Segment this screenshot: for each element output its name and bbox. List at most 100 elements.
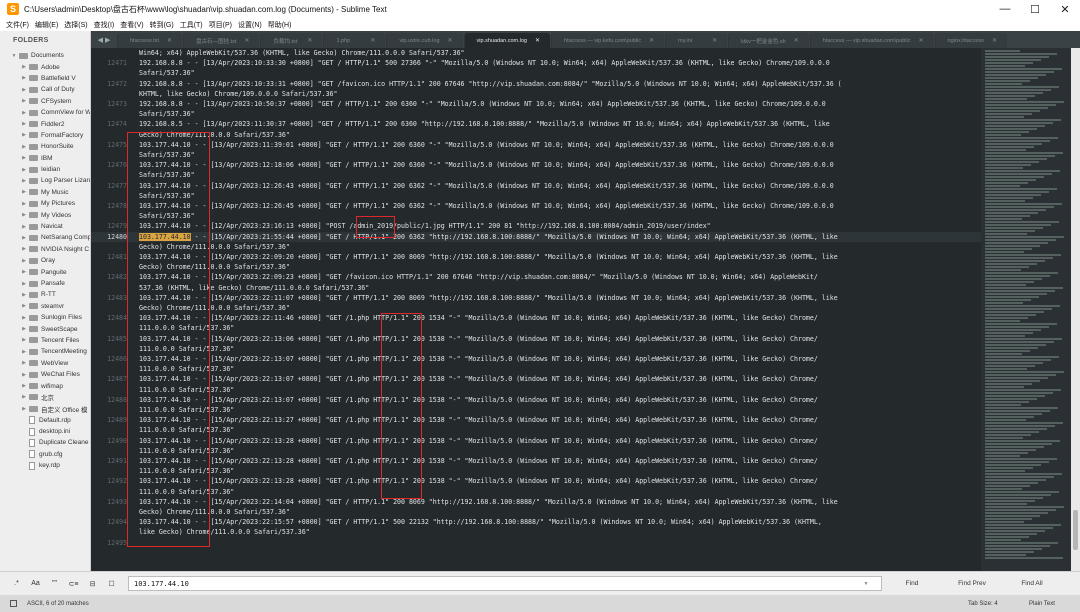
- sidebar-folder-item[interactable]: ▶ CFSystem: [0, 96, 90, 107]
- sidebar-folder-item[interactable]: ▶ Oray: [0, 255, 90, 266]
- code-line[interactable]: Gecko) Chrome/111.0.0.0 Safari/537.36": [139, 262, 979, 272]
- code-line[interactable]: Gecko) Chrome/111.0.0.0 Safari/537.36": [139, 507, 979, 517]
- menu-selection[interactable]: 选择(S): [64, 20, 87, 30]
- editor[interactable]: Win64; x64) AppleWebKit/537.36 (KHTML, l…: [91, 48, 981, 571]
- tab-close-icon[interactable]: ✕: [167, 37, 172, 44]
- menu-goto[interactable]: 转到(G): [150, 20, 174, 30]
- sidebar-folder-item[interactable]: ▶ IBM: [0, 153, 90, 164]
- sidebar-folder-item[interactable]: ▶ wifimap: [0, 380, 90, 391]
- tab-close-icon[interactable]: ✕: [448, 37, 453, 44]
- editor-tab[interactable]: 盘古石—图挂.txt ✕: [183, 33, 260, 48]
- code-line[interactable]: 103.177.44.10 - - [15/Apr/2023:22:13:28 …: [139, 456, 979, 466]
- sidebar-folder-item[interactable]: ▶ Log Parser Lizard: [0, 175, 90, 186]
- sidebar-folder-item[interactable]: ▶ Battlefield V: [0, 73, 90, 84]
- sidebar-file-item[interactable]: key.rdp: [0, 460, 90, 471]
- code-line[interactable]: 111.0.0.0 Safari/537.36": [139, 405, 979, 415]
- code-line[interactable]: 103.177.44.10 - - [15/Apr/2023:22:13:28 …: [139, 436, 979, 446]
- code-line[interactable]: 103.177.44.10 - - [15/Apr/2023:22:13:07 …: [139, 374, 979, 384]
- highlight-matches-toggle-icon[interactable]: ☐: [103, 577, 120, 591]
- code-line[interactable]: Gecko) Chrome/111.0.0.0 Safari/537.36": [139, 242, 979, 252]
- sidebar-folder-item[interactable]: ▶ Sunlogin Files: [0, 312, 90, 323]
- sidebar-folder-item[interactable]: ▶ steamvr: [0, 301, 90, 312]
- editor-tab[interactable]: htaccess.txt ✕: [117, 33, 183, 48]
- sidebar-folder-item[interactable]: ▶ R-TT: [0, 289, 90, 300]
- sidebar-folder-item[interactable]: ▶ Call of Duty: [0, 84, 90, 95]
- code-line[interactable]: Safari/537.36": [139, 68, 979, 78]
- code-line[interactable]: 103.177.44.10 - - [15/Apr/2023:22:11:07 …: [139, 293, 979, 303]
- code-line[interactable]: like Gecko) Chrome/111.0.0.0 Safari/537.…: [139, 527, 979, 537]
- code-line[interactable]: 111.0.0.0 Safari/537.36": [139, 385, 979, 395]
- sidebar-folder-item[interactable]: ▶ Tencent Files: [0, 335, 90, 346]
- menu-edit[interactable]: 编辑(E): [35, 20, 58, 30]
- sidebar-file-item[interactable]: desktop.ini: [0, 426, 90, 437]
- sidebar-folder-item[interactable]: ▶ NVIDIA Nsight C: [0, 244, 90, 255]
- menu-view[interactable]: 查看(V): [120, 20, 143, 30]
- editor-tab[interactable]: nginx.htaccess ✕: [934, 33, 1007, 48]
- sidebar-folder-item[interactable]: ▶ WebView: [0, 358, 90, 369]
- code-line[interactable]: 103.177.44.10 - - [15/Apr/2023:22:09:20 …: [139, 252, 979, 262]
- code-line[interactable]: 103.177.44.10 - - [13/Apr/2023:12:26:43 …: [139, 181, 979, 191]
- scrollbar-thumb[interactable]: [1073, 510, 1078, 550]
- menu-file[interactable]: 文件(F): [6, 20, 29, 30]
- code-line[interactable]: 111.0.0.0 Safari/537.36": [139, 487, 979, 497]
- find-prev-button[interactable]: Find Prev: [942, 577, 1002, 590]
- code-line[interactable]: 111.0.0.0 Safari/537.36": [139, 323, 979, 333]
- sidebar-file-item[interactable]: Duplicate Cleane: [0, 437, 90, 448]
- code-line[interactable]: Safari/537.36": [139, 109, 979, 119]
- tab-close-icon[interactable]: ✕: [992, 37, 997, 44]
- tab-close-icon[interactable]: ✕: [370, 37, 375, 44]
- history-dropdown-icon[interactable]: ▼: [859, 581, 873, 587]
- sidebar-folder-item[interactable]: ▶ HonorSuite: [0, 141, 90, 152]
- sidebar-folder-item[interactable]: ▶ CommView for Wi: [0, 107, 90, 118]
- sidebar-folder-item[interactable]: ▶ TencentMeeting: [0, 346, 90, 357]
- sidebar-folder-item[interactable]: ▶ Panguite: [0, 266, 90, 277]
- sidebar-file-item[interactable]: Default.rdp: [0, 415, 90, 426]
- sidebar-folder-item[interactable]: ▶ Fiddler2: [0, 118, 90, 129]
- editor-tab[interactable]: 1.php ✕: [323, 33, 386, 48]
- sidebar-folder-item[interactable]: ▶ FormatFactory: [0, 130, 90, 141]
- code-line[interactable]: 537.36 (KHTML, like Gecko) Chrome/111.0.…: [139, 283, 979, 293]
- code-line[interactable]: 103.177.44.10 - - [15/Apr/2023:22:13:28 …: [139, 476, 979, 486]
- status-tab-size[interactable]: Tab Size: 4: [968, 601, 998, 607]
- code-line[interactable]: 103.177.44.10 - - [13/Apr/2023:11:39:01 …: [139, 140, 979, 150]
- code-line[interactable]: Safari/537.36": [139, 191, 979, 201]
- code-line[interactable]: 103.177.44.10 - - [13/Apr/2023:12:18:06 …: [139, 160, 979, 170]
- code-line[interactable]: 192.168.8.8 - - [13/Apr/2023:10:33:31 +0…: [139, 79, 979, 89]
- code-line[interactable]: Gecko) Chrome/111.0.0.0 Safari/537.36": [139, 130, 979, 140]
- editor-tab[interactable]: my.ini ✕: [665, 33, 728, 48]
- code-line[interactable]: 103.177.44.10 - - [15/Apr/2023:22:09:23 …: [139, 272, 979, 282]
- tab-close-icon[interactable]: ✕: [712, 37, 717, 44]
- editor-tab[interactable]: ktkv一把金金色.sh ✕: [728, 33, 809, 48]
- code-line[interactable]: Win64; x64) AppleWebKit/537.36 (KHTML, l…: [139, 48, 979, 58]
- code-line[interactable]: 111.0.0.0 Safari/537.36": [139, 446, 979, 456]
- tab-close-icon[interactable]: ✕: [244, 37, 249, 44]
- code-line[interactable]: 111.0.0.0 Safari/537.36": [139, 466, 979, 476]
- maximize-button[interactable]: ☐: [1020, 0, 1050, 18]
- sidebar-root-folder[interactable]: ▼ Documents: [0, 50, 90, 61]
- code-line[interactable]: 111.0.0.0 Safari/537.36": [139, 364, 979, 374]
- code-line[interactable]: 103.177.44.10 - - [13/Apr/2023:12:26:45 …: [139, 201, 979, 211]
- panel-toggle-icon[interactable]: [10, 600, 17, 607]
- code-line[interactable]: 103.177.44.10 - - [12/Apr/2023:23:16:13 …: [139, 221, 979, 231]
- sidebar-file-item[interactable]: grub.cfg: [0, 449, 90, 460]
- case-sensitive-toggle-icon[interactable]: Aa: [27, 577, 44, 591]
- code-line[interactable]: 111.0.0.0 Safari/537.36": [139, 344, 979, 354]
- tab-close-icon[interactable]: ✕: [649, 37, 654, 44]
- find-input[interactable]: [129, 577, 859, 590]
- menu-tools[interactable]: 工具(T): [180, 20, 203, 30]
- sidebar-folder-item[interactable]: ▶ 自定义 Office 模: [0, 403, 90, 414]
- editor-tab[interactable]: htaccess — vip.shuadan.com\public ✕: [809, 33, 934, 48]
- tab-close-icon[interactable]: ✕: [535, 37, 540, 44]
- code-line[interactable]: 192.168.8.8 - - [13/Apr/2023:10:50:37 +0…: [139, 99, 979, 109]
- code-line[interactable]: 103.177.44.10 - - [15/Apr/2023:22:13:07 …: [139, 354, 979, 364]
- sidebar-folder-item[interactable]: ▶ WeChat Files: [0, 369, 90, 380]
- menu-preferences[interactable]: 设置(N): [238, 20, 262, 30]
- whole-word-toggle-icon[interactable]: "": [46, 577, 63, 591]
- regex-toggle-icon[interactable]: .*: [8, 577, 25, 591]
- sidebar-folder-item[interactable]: ▶ Pansafe: [0, 278, 90, 289]
- editor-tab[interactable]: 负载均.txt ✕: [260, 33, 323, 48]
- sidebar-folder-item[interactable]: ▶ Ieidian: [0, 164, 90, 175]
- tab-close-icon[interactable]: ✕: [307, 37, 312, 44]
- code-line[interactable]: [139, 538, 979, 548]
- code-line[interactable]: 103.177.44.10 - - [15/Apr/2023:22:15:57 …: [139, 517, 979, 527]
